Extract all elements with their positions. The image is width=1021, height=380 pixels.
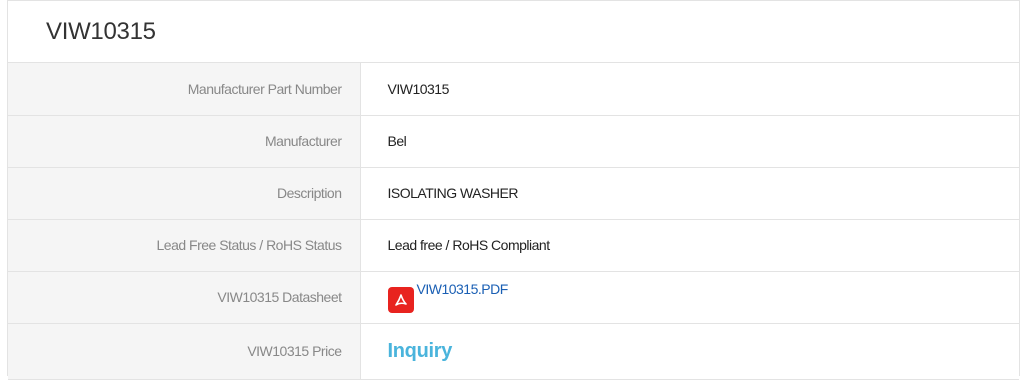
spec-label-rohs: Lead Free Status / RoHS Status <box>8 219 361 272</box>
spec-label-description: Description <box>8 167 361 220</box>
spec-label-manufacturer: Manufacturer <box>8 115 361 168</box>
spec-value-price: Inquiry <box>360 323 1019 380</box>
table-row: Description ISOLATING WASHER <box>8 167 1019 220</box>
page-title: VIW10315 <box>46 17 156 45</box>
pdf-icon[interactable] <box>387 287 414 313</box>
datasheet-link-group: VIW10315.PDF <box>387 281 508 313</box>
spec-value-description: ISOLATING WASHER <box>360 167 1019 220</box>
product-detail-panel: VIW10315 Manufacturer Part Number VIW103… <box>7 0 1020 380</box>
spec-value-datasheet: VIW10315.PDF <box>360 271 1019 324</box>
table-row: Manufacturer Part Number VIW10315 <box>8 63 1019 116</box>
title-bar: VIW10315 <box>8 1 1019 63</box>
pdf-glyph <box>394 294 407 306</box>
spec-label-datasheet: VIW10315 Datasheet <box>8 271 361 324</box>
spec-label-part-number: Manufacturer Part Number <box>8 63 361 116</box>
inquiry-link[interactable]: Inquiry <box>388 340 453 362</box>
spec-value-part-number: VIW10315 <box>360 63 1019 116</box>
table-row: Lead Free Status / RoHS Status Lead free… <box>8 219 1019 272</box>
table-row: VIW10315 Price Inquiry <box>8 323 1019 380</box>
table-row: VIW10315 Datasheet VIW10315.PDF <box>8 271 1019 324</box>
spec-label-price: VIW10315 Price <box>8 323 361 380</box>
spec-value-manufacturer: Bel <box>360 115 1019 168</box>
datasheet-link[interactable]: VIW10315.PDF <box>417 281 509 297</box>
spec-table: Manufacturer Part Number VIW10315 Manufa… <box>8 63 1019 380</box>
table-row: Manufacturer Bel <box>8 115 1019 168</box>
spec-value-rohs: Lead free / RoHS Compliant <box>360 219 1019 272</box>
